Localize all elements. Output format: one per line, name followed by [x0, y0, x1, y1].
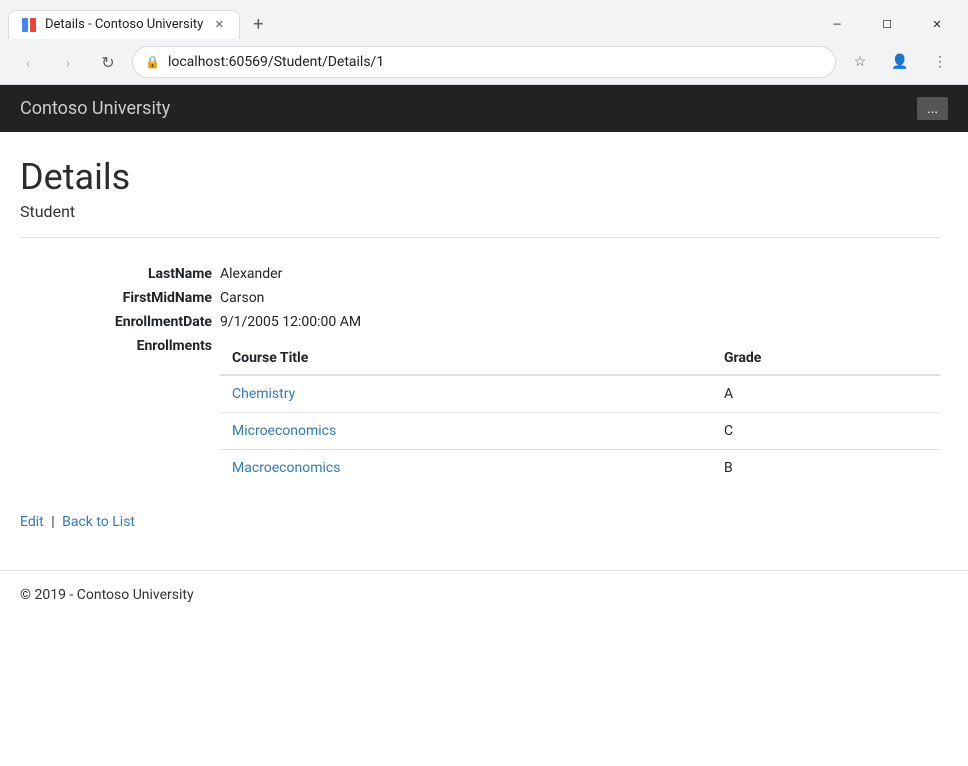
edit-link[interactable]: Edit [20, 514, 44, 530]
reload-button[interactable]: ↻ [92, 46, 124, 78]
tab-title: Details - Contoso University [45, 17, 203, 32]
app-navbar: Contoso University ... [0, 85, 968, 132]
footer-text: © 2019 - Contoso University [20, 587, 194, 603]
close-button[interactable]: ✕ [914, 8, 960, 40]
back-to-list-link[interactable]: Back to List [62, 514, 135, 530]
new-tab-button[interactable]: + [244, 10, 272, 38]
grade-cell: C [712, 413, 940, 450]
profile-icon[interactable]: 👤 [884, 46, 916, 78]
first-mid-name-row: FirstMidName Carson [20, 286, 940, 310]
enrollment-date-value: 9/1/2005 12:00:00 AM [220, 310, 940, 334]
enrollment-date-row: EnrollmentDate 9/1/2005 12:00:00 AM [20, 310, 940, 334]
app-brand[interactable]: Contoso University [20, 98, 170, 119]
browser-tab[interactable]: Details - Contoso University ✕ [8, 10, 240, 39]
enrollments-value: Course Title Grade ChemistryAMicroeconom… [220, 334, 940, 490]
enrollments-thead: Course Title Grade [220, 342, 940, 375]
more-options-icon[interactable]: ⋮ [924, 46, 956, 78]
table-row: MicroeconomicsC [220, 413, 940, 450]
course-cell: Macroeconomics [220, 450, 712, 487]
maximize-button[interactable]: ☐ [864, 8, 910, 40]
enrollments-row: Enrollments Course Title Grade Chemistry… [20, 334, 940, 490]
tab-close-button[interactable]: ✕ [211, 17, 227, 33]
page-footer: © 2019 - Contoso University [0, 570, 968, 619]
browser-titlebar: Details - Contoso University ✕ + — ☐ ✕ [0, 0, 968, 40]
first-mid-name-value: Carson [220, 286, 940, 310]
enrollments-header-row: Course Title Grade [220, 342, 940, 375]
divider [20, 237, 940, 238]
enrollments-tbody: ChemistryAMicroeconomicsCMacroeconomicsB [220, 375, 940, 486]
enrollments-table: Course Title Grade ChemistryAMicroeconom… [220, 342, 940, 486]
last-name-label: LastName [20, 262, 220, 286]
forward-button[interactable]: › [52, 46, 84, 78]
first-mid-name-label: FirstMidName [20, 286, 220, 310]
window-controls: — ☐ ✕ [814, 8, 960, 40]
table-row: ChemistryA [220, 375, 940, 413]
url-text: localhost:60569/Student/Details/1 [168, 54, 823, 70]
action-separator: | [51, 514, 54, 530]
page-title: Details [20, 156, 940, 198]
lock-icon: 🔒 [145, 55, 160, 69]
address-bar[interactable]: 🔒 localhost:60569/Student/Details/1 [132, 46, 836, 78]
bookmark-icon[interactable]: ☆ [844, 46, 876, 78]
grade-cell: A [712, 375, 940, 413]
browser-addressbar: ‹ › ↻ 🔒 localhost:60569/Student/Details/… [0, 40, 968, 84]
tab-favicon-icon [21, 17, 37, 33]
course-cell: Chemistry [220, 375, 712, 413]
detail-table: LastName Alexander FirstMidName Carson E… [20, 262, 940, 490]
browser-chrome: Details - Contoso University ✕ + — ☐ ✕ ‹… [0, 0, 968, 85]
last-name-row: LastName Alexander [20, 262, 940, 286]
course-title-header: Course Title [220, 342, 712, 375]
enrollments-label: Enrollments [20, 334, 220, 490]
table-row: MacroeconomicsB [220, 450, 940, 487]
grade-header: Grade [712, 342, 940, 375]
page-subtitle: Student [20, 202, 940, 221]
last-name-value: Alexander [220, 262, 940, 286]
course-cell: Microeconomics [220, 413, 712, 450]
enrollment-date-label: EnrollmentDate [20, 310, 220, 334]
back-button[interactable]: ‹ [12, 46, 44, 78]
actions-row: Edit | Back to List [20, 514, 940, 530]
navbar-button[interactable]: ... [917, 97, 948, 120]
grade-cell: B [712, 450, 940, 487]
page-content: Details Student LastName Alexander First… [0, 132, 960, 570]
minimize-button[interactable]: — [814, 8, 860, 40]
